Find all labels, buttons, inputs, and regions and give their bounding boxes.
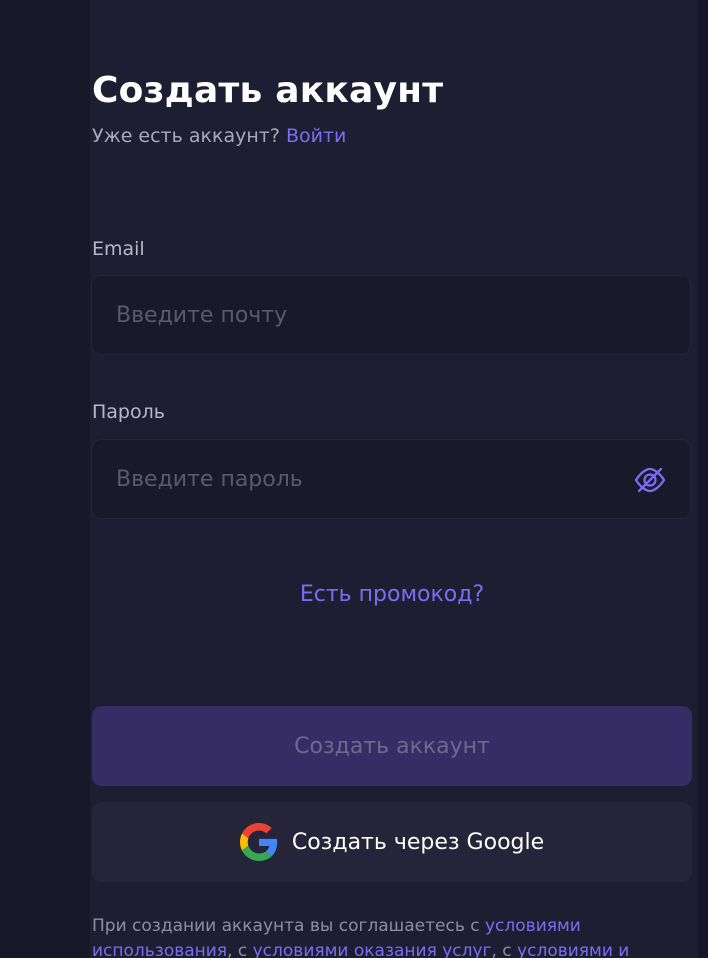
google-signup-label: Создать через Google [291,829,545,855]
promo-code-link[interactable]: Есть промокод? [92,582,692,607]
login-prompt: Уже есть аккаунт? Войти [92,125,346,147]
email-field[interactable] [92,276,690,354]
terms-and-conditions-link[interactable]: условиями и [517,941,629,958]
google-signup-button[interactable]: Создать через Google [92,802,692,882]
password-label: Пароль [92,401,165,423]
terms-separator: , с [491,941,512,958]
login-link[interactable]: Войти [286,125,346,147]
login-prompt-text: Уже есть аккаунт? [92,125,280,147]
password-field-container [91,439,691,519]
google-signup-content: Создать через Google [98,823,686,861]
google-icon [239,823,278,861]
signup-page: Создать аккаунт Уже есть аккаунт? Войти … [0,0,708,958]
terms-notice: При создании аккаунта вы соглашаетесь с … [92,914,682,958]
create-account-button[interactable]: Создать аккаунт [92,706,692,786]
page-scroll-edge [698,0,708,958]
page-title: Создать аккаунт [92,70,444,111]
terms-separator: , с [227,941,248,958]
password-field[interactable] [92,440,690,518]
eye-off-icon[interactable] [634,466,666,494]
email-label: Email [92,238,145,260]
terms-of-service-link[interactable]: условиями оказания услуг [253,941,492,958]
terms-text: При создании аккаунта вы соглашаетесь с [92,916,480,936]
email-field-container [91,275,691,355]
